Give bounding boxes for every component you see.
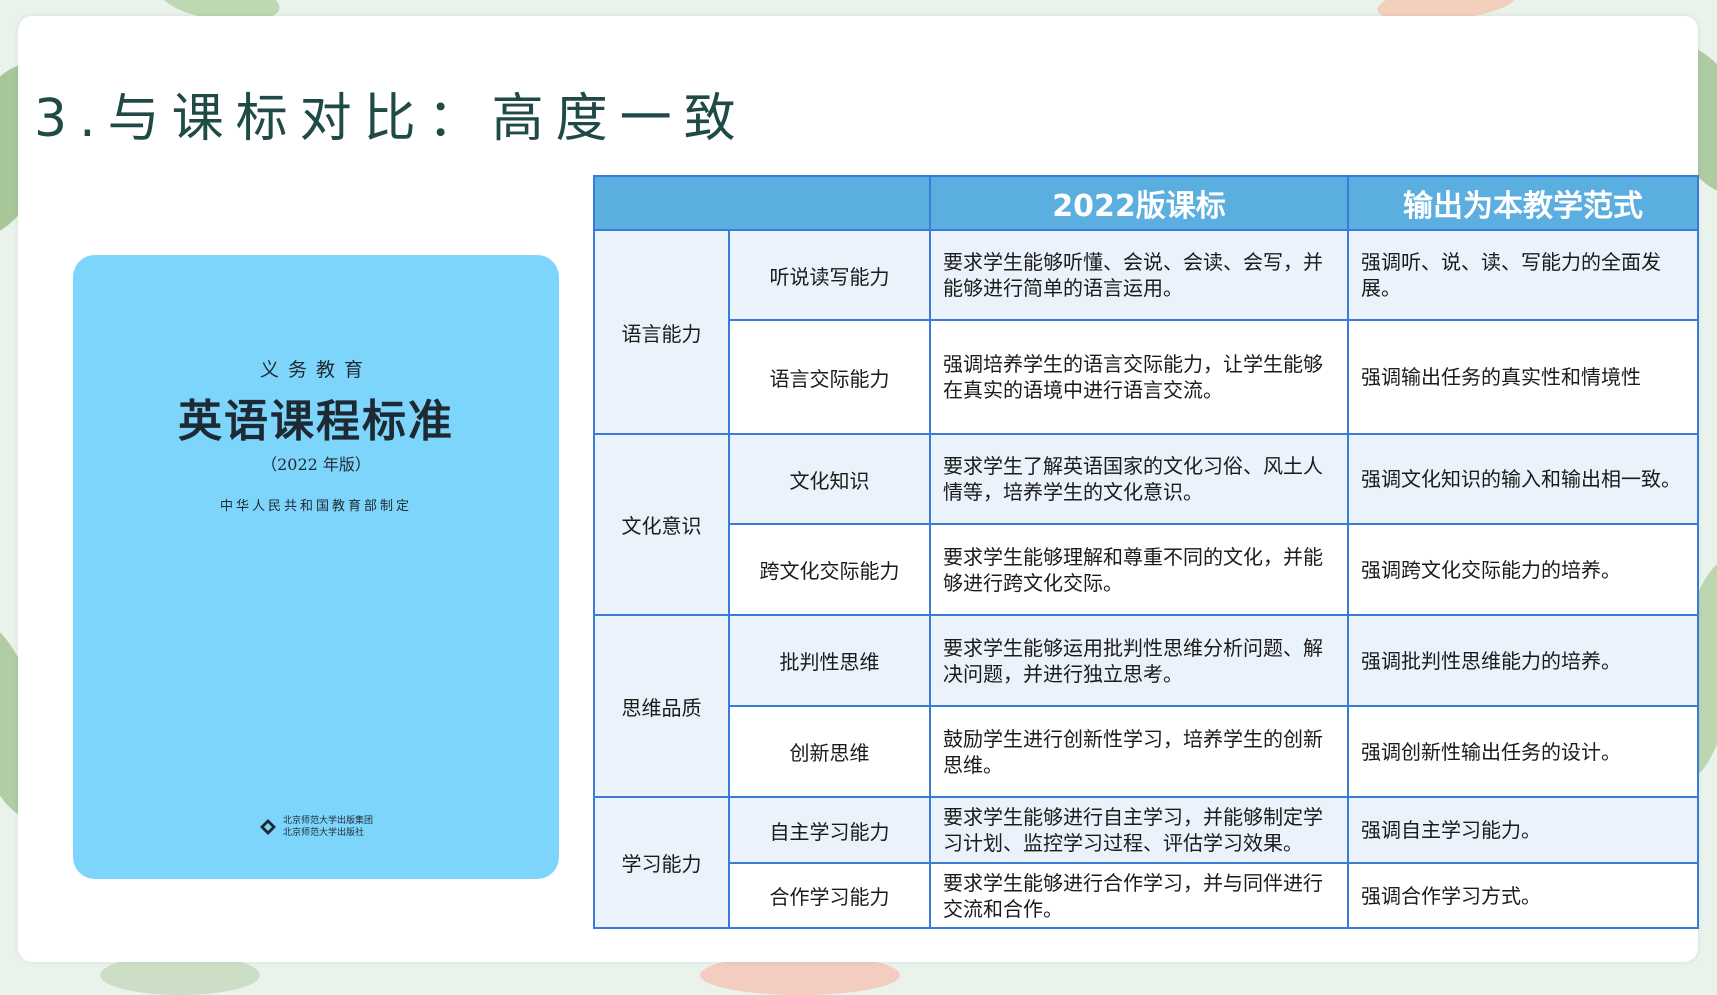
standard-cell: 强调培养学生的语言交际能力，让学生能够在真实的语境中进行语言交流。 (929, 319, 1349, 435)
paradigm-cell: 强调创新性输出任务的设计。 (1347, 705, 1699, 798)
publisher-name: 北京师范大学出版集团 (282, 816, 373, 826)
book-cover-image: 义务教育 英语课程标准 （2022 年版） 中华人民共和国教育部制定 北京师范大… (73, 255, 559, 879)
cover-series: 义务教育 (259, 359, 372, 381)
table-row: 跨文化交际能力 要求学生能够理解和尊重不同的文化，并能够进行跨文化交际。 强调跨… (594, 523, 1699, 616)
subcategory-cell: 跨文化交际能力 (728, 523, 931, 616)
cover-edition: （2022 年版） (261, 455, 371, 474)
table-row: 合作学习能力 要求学生能够进行合作学习，并与同伴进行交流和合作。 强调合作学习方… (594, 862, 1699, 929)
subcategory-cell: 创新思维 (728, 705, 931, 798)
standard-cell: 要求学生能够进行合作学习，并与同伴进行交流和合作。 (929, 862, 1349, 929)
page-title: 3.与课标对比：高度一致 (34, 89, 748, 149)
comparison-table: 2022版课标 输出为本教学范式 语言能力 听说读写能力 要求学生能够听懂、会说… (593, 175, 1699, 929)
subcategory-cell: 文化知识 (728, 433, 931, 525)
paradigm-cell: 强调合作学习方式。 (1347, 862, 1699, 929)
cover-author: 中华人民共和国教育部制定 (219, 499, 412, 514)
category-cell: 学习能力 (593, 796, 730, 929)
table-header-paradigm: 输出为本教学范式 (1347, 175, 1699, 231)
subcategory-cell: 合作学习能力 (728, 862, 931, 929)
publisher-logo-icon (259, 819, 276, 835)
table-row: 语言交际能力 强调培养学生的语言交际能力，让学生能够在真实的语境中进行语言交流。… (594, 319, 1699, 435)
paradigm-cell: 强调输出任务的真实性和情境性 (1347, 319, 1699, 435)
category-cell: 思维品质 (593, 614, 730, 798)
subcategory-cell: 批判性思维 (728, 614, 931, 707)
cover-publisher: 北京师范大学出版集团 北京师范大学出版社 (73, 815, 559, 839)
cover-title: 英语课程标准 (178, 396, 454, 447)
table-row: 学习能力 自主学习能力 要求学生能够进行自主学习，并能够制定学习计划、监控学习过… (593, 796, 1699, 929)
subcategory-cell: 语言交际能力 (728, 319, 931, 435)
paradigm-cell: 强调听、说、读、写能力的全面发展。 (1347, 229, 1699, 321)
standard-cell: 要求学生了解英语国家的文化习俗、风土人情等，培养学生的文化意识。 (929, 433, 1349, 525)
paradigm-cell: 强调文化知识的输入和输出相一致。 (1347, 433, 1699, 525)
paradigm-cell: 强调跨文化交际能力的培养。 (1347, 523, 1699, 616)
paradigm-cell: 强调自主学习能力。 (1347, 796, 1699, 864)
category-cell: 文化意识 (593, 433, 730, 616)
standard-cell: 要求学生能够听懂、会说、会读、会写，并能够进行简单的语言运用。 (929, 229, 1349, 321)
standard-cell: 鼓励学生进行创新性学习，培养学生的创新思维。 (929, 705, 1349, 798)
paradigm-cell: 强调批判性思维能力的培养。 (1347, 614, 1699, 707)
standard-cell: 要求学生能够理解和尊重不同的文化，并能够进行跨文化交际。 (929, 523, 1349, 616)
table-header-standard: 2022版课标 (929, 175, 1349, 231)
table-row: 语言能力 听说读写能力 要求学生能够听懂、会说、会读、会写，并能够进行简单的语言… (593, 229, 1699, 435)
table-row: 创新思维 鼓励学生进行创新性学习，培养学生的创新思维。 强调创新性输出任务的设计… (594, 705, 1699, 798)
subcategory-cell: 听说读写能力 (728, 229, 931, 321)
table-row: 思维品质 批判性思维 要求学生能够运用批判性思维分析问题、解决问题，并进行独立思… (593, 614, 1699, 798)
table-row: 文化意识 文化知识 要求学生了解英语国家的文化习俗、风土人情等，培养学生的文化意… (593, 433, 1699, 616)
standard-cell: 要求学生能够进行自主学习，并能够制定学习计划、监控学习过程、评估学习效果。 (929, 796, 1349, 864)
table-header-row: 2022版课标 输出为本教学范式 (593, 175, 1699, 231)
category-cell: 语言能力 (593, 229, 730, 435)
standard-cell: 要求学生能够运用批判性思维分析问题、解决问题，并进行独立思考。 (929, 614, 1349, 707)
publisher-subname: 北京师范大学出版社 (282, 828, 364, 838)
table-header-blank (593, 175, 931, 231)
subcategory-cell: 自主学习能力 (728, 796, 931, 864)
